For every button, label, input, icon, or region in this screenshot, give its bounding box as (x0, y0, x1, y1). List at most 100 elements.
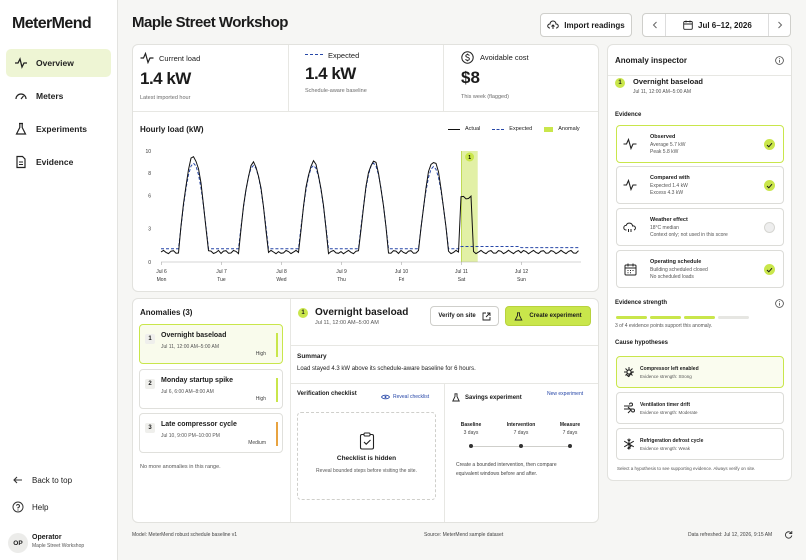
app-logo: MeterMend (12, 15, 92, 32)
inspector-number: 1 (615, 78, 625, 88)
x-tick-label: Fri (399, 277, 405, 283)
help-link[interactable]: Help (12, 501, 48, 513)
reveal-checklist-link[interactable]: Reveal checklist (381, 394, 429, 400)
arrow-left-icon (12, 474, 24, 486)
hypothesis-title: Refrigeration defrost cycle (640, 438, 704, 444)
sidebar-item-experiments[interactable]: Experiments (6, 115, 111, 143)
y-tick-label: 8 (148, 171, 151, 177)
eye-icon (381, 394, 390, 400)
external-link-icon (482, 312, 491, 321)
calendar-icon (623, 262, 637, 276)
sidebar-item-label: Experiments (36, 124, 88, 134)
evidence-card[interactable]: Weather effect 18°C median Context only; n… (616, 208, 784, 246)
savings-label: Savings experiment (465, 394, 522, 401)
inspector-anomaly-name: Overnight baseload (633, 77, 704, 86)
x-tick-label: Jul 6 (156, 269, 167, 275)
sidebar-item-evidence[interactable]: Evidence (6, 148, 111, 176)
help-label: Help (32, 502, 49, 512)
pulse-icon (140, 52, 154, 64)
strength-segment (684, 316, 715, 319)
severity-label: High (255, 351, 266, 357)
evidence-line: Average 5.7 kW (650, 142, 686, 148)
chevron-left-icon[interactable] (648, 19, 662, 31)
divider (288, 45, 289, 111)
divider (443, 45, 444, 111)
anomalies-footer: No more anomalies in this range. (140, 464, 221, 470)
sidebar-item-overview[interactable]: Overview (6, 49, 111, 77)
x-tick-label: Thu (337, 277, 346, 283)
evidence-line: No scheduled loads (650, 274, 694, 280)
hypothesis-title: Compressor left enabled (640, 366, 699, 372)
evidence-label: Evidence (615, 112, 642, 118)
legend-actual-swatch (448, 128, 460, 130)
detail-time: Jul 11, 12:00 AM–5:00 AM (315, 320, 379, 326)
footer-refreshed: Data refreshed: Jul 12, 2026, 9:15 AM (688, 532, 773, 538)
divider (291, 345, 598, 346)
evidence-title: Compared with (650, 175, 690, 181)
chevron-right-icon (623, 404, 635, 416)
avatar[interactable]: OP (8, 533, 28, 553)
x-tick-label: Jul 8 (276, 269, 287, 275)
anomaly-time: Jul 10, 9:00 PM–10:00 PM (161, 433, 220, 439)
severity-bar (276, 333, 278, 357)
y-tick-label: 10 (145, 149, 151, 155)
evidence-line: Excess 4.3 kW (650, 190, 684, 196)
anomaly-list-item[interactable]: 1 Overnight baseload Jul 11, 12:00 AM–5:00… (139, 324, 283, 364)
date-range-label: Jul 6–12, 2026 (698, 21, 752, 30)
strength-segment (650, 316, 681, 319)
back-to-top-link[interactable]: Back to top (12, 474, 72, 486)
date-range-picker[interactable]: Jul 6–12, 2026 (642, 13, 791, 37)
phase-days: 7 days (562, 430, 578, 436)
severity-label: High (255, 396, 266, 402)
anomaly-name: Monday startup spike (161, 377, 233, 384)
document-icon (14, 155, 28, 169)
overview-panel: Current load 1.4 kW Latest imported hour… (132, 44, 599, 292)
kpi-label: Current load (159, 54, 201, 63)
sidebar-item-label: Evidence (36, 157, 74, 167)
evidence-card[interactable]: Observed Average 5.7 kW Peak 5.8 kW (616, 125, 784, 163)
chevron-right-icon[interactable] (773, 19, 787, 31)
x-tick-label: Wed (276, 277, 286, 283)
check-icon (623, 368, 635, 380)
anomaly-name: Overnight baseload (161, 332, 227, 339)
kpi-value: 1.4 kW (305, 64, 356, 83)
hypothesis-card[interactable]: Refrigeration defrost cycle Evidence stre… (616, 428, 784, 460)
kpi-value: 1.4 kW (140, 69, 191, 88)
savings-note: Create a bounded intervention, then comp… (456, 462, 557, 477)
verify-on-site-button[interactable]: Verify on site (430, 306, 499, 326)
phase-name: Measure (559, 422, 581, 428)
flask-icon (452, 393, 460, 402)
savings-experiment-title: Savings experiment (452, 393, 522, 402)
inspector-anomaly-time: Jul 11, 12:00 AM–5:00 AM (633, 89, 692, 95)
info-icon[interactable] (775, 299, 784, 308)
sidebar-item-meters[interactable]: Meters (6, 82, 111, 110)
anomaly-band (461, 151, 478, 262)
import-readings-button[interactable]: Import readings (540, 13, 632, 37)
pulse-icon (14, 56, 28, 70)
y-tick-label: 6 (148, 193, 151, 199)
summary-text: Load stayed 4.3 kW above its schedule-aw… (297, 366, 476, 372)
phase-days: 3 days (463, 430, 479, 436)
anomaly-list-item[interactable]: 2 Monday startup spike Jul 6, 6:00 AM–8:00… (139, 369, 283, 409)
anomaly-marker-label: 1 (468, 155, 471, 161)
hypothesis-strength: Evidence strength: Moderate (640, 410, 698, 415)
evidence-line: 18°C median (650, 225, 679, 231)
hypothesis-card[interactable]: Ventilation timer drift Evidence strength… (616, 392, 784, 424)
hypothesis-strength: Evidence strength: Weak (640, 446, 690, 451)
reveal-label: Reveal checklist (393, 394, 430, 400)
create-experiment-button[interactable]: Create experiment (505, 306, 591, 326)
refresh-icon[interactable] (784, 530, 793, 539)
checklist-placeholder: Checklist is hidden Reveal bounded steps… (297, 412, 436, 500)
strength-segment (718, 316, 749, 319)
info-icon[interactable] (775, 56, 784, 65)
anomaly-list-item[interactable]: 3 Late compressor cycle Jul 10, 9:00 PM–10… (139, 413, 283, 453)
help-icon (12, 501, 24, 513)
evidence-title: Operating schedule (650, 259, 702, 265)
new-experiment-link[interactable]: New experiment (547, 391, 583, 397)
evidence-card[interactable]: Operating schedule Building scheduled clo… (616, 250, 784, 288)
hypothesis-card[interactable]: Compressor left enabled Evidence strength… (616, 356, 784, 388)
flask-icon (514, 311, 523, 321)
evidence-title: Observed (650, 134, 676, 140)
evidence-line: Context only; not used in this score (650, 232, 728, 238)
evidence-card[interactable]: Compared with Expected 1.4 kW Excess 4.3 k… (616, 166, 784, 204)
